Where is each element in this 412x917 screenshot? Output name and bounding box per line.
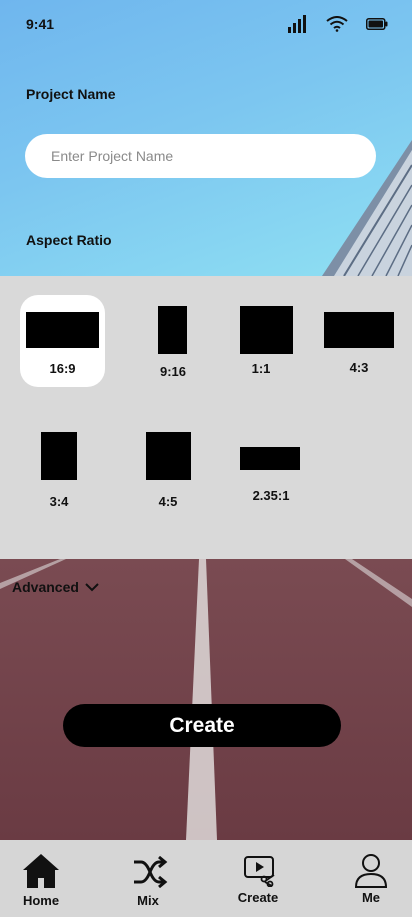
aspect-option-label: 9:16 (159, 364, 187, 379)
video-create-icon (244, 856, 275, 887)
aspect-option-4-3[interactable]: 4:3 (318, 306, 400, 376)
aspect-option-3-4[interactable]: 3:4 (29, 426, 89, 516)
aspect-option-4-5[interactable]: 4:5 (138, 426, 198, 516)
advanced-toggle[interactable]: Advanced (12, 579, 99, 595)
wifi-icon (326, 16, 348, 32)
nav-item-mix[interactable]: Mix (103, 840, 193, 917)
ratio-shape-2-35-1 (240, 447, 300, 470)
nav-item-create[interactable]: Create (213, 840, 303, 917)
aspect-option-label: 2.35:1 (252, 488, 290, 503)
chevron-down-icon (85, 583, 99, 592)
aspect-option-label: 1:1 (251, 361, 271, 376)
nav-label-mix: Mix (137, 893, 159, 908)
create-button[interactable]: Create (63, 704, 341, 747)
shuffle-icon (134, 856, 168, 888)
project-name-input[interactable] (25, 134, 376, 178)
ratio-shape-1-1 (240, 306, 293, 354)
ratio-shape-16-9 (26, 312, 99, 348)
nav-label-create: Create (237, 890, 279, 905)
ratio-shape-4-5 (146, 432, 191, 480)
battery-icon (366, 18, 388, 30)
aspect-option-label: 3:4 (49, 494, 69, 509)
aspect-option-1-1[interactable]: 1:1 (231, 302, 293, 382)
track-background: Advanced Create (0, 559, 412, 840)
nav-item-home[interactable]: Home (0, 840, 86, 917)
aspect-option-label: 16:9 (49, 361, 76, 376)
aspect-option-label: 4:3 (349, 360, 369, 375)
person-icon (354, 854, 388, 888)
status-bar: 9:41 (26, 14, 388, 34)
nav-item-me[interactable]: Me (326, 840, 412, 917)
ratio-shape-4-3 (324, 312, 394, 348)
header-background: 9:41 Project Name Aspect Ratio (0, 0, 412, 276)
aspect-option-2-35-1[interactable]: 2.35:1 (235, 440, 307, 510)
ratio-shape-9-16 (158, 306, 187, 354)
aspect-ratio-label: Aspect Ratio (26, 232, 112, 248)
nav-label-home: Home (22, 893, 60, 908)
nav-label-me: Me (361, 890, 381, 905)
aspect-ratio-panel: 16:9 9:16 1:1 4:3 3:4 4:5 2.35:1 (0, 276, 412, 559)
aspect-option-16-9[interactable]: 16:9 (20, 295, 105, 387)
project-name-label: Project Name (26, 86, 116, 102)
home-icon (23, 854, 59, 888)
advanced-label: Advanced (12, 579, 79, 595)
cellular-signal-icon (288, 15, 306, 33)
bottom-nav: Home Mix Create Me (0, 840, 412, 917)
aspect-option-label: 4:5 (158, 494, 178, 509)
ratio-shape-3-4 (41, 432, 77, 480)
running-track-graphic (0, 559, 412, 840)
aspect-option-9-16[interactable]: 9:16 (143, 302, 203, 382)
status-time: 9:41 (26, 16, 55, 32)
